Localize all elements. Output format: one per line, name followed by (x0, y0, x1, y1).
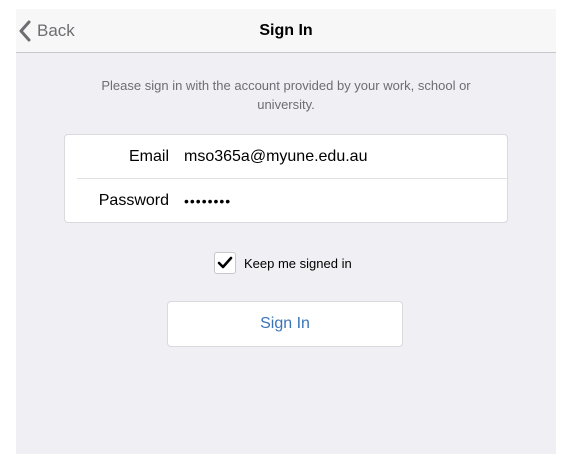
back-button[interactable]: Back (18, 9, 75, 52)
checkmark-icon (217, 256, 233, 269)
chevron-left-icon (18, 20, 32, 42)
credentials-form: Email Password (64, 134, 508, 223)
email-field[interactable] (184, 147, 484, 166)
keep-signed-in-label: Keep me signed in (244, 255, 352, 271)
email-label: Email (128, 147, 169, 165)
instructions-text: Please sign in with the account provided… (101, 78, 471, 112)
sign-in-screen: Back Sign In Please sign in with the acc… (16, 9, 556, 454)
page-title: Sign In (259, 22, 313, 39)
keep-signed-in-toggle[interactable]: Keep me signed in (214, 251, 352, 275)
password-label: Password (98, 191, 169, 209)
password-field[interactable] (184, 192, 484, 209)
sign-in-button[interactable]: Sign In (167, 301, 403, 347)
keep-signed-in-checkbox[interactable] (214, 252, 236, 274)
password-row: Password (65, 179, 507, 222)
back-label: Back (37, 20, 75, 40)
email-row: Email (65, 135, 507, 178)
navigation-bar: Back Sign In (16, 9, 556, 53)
